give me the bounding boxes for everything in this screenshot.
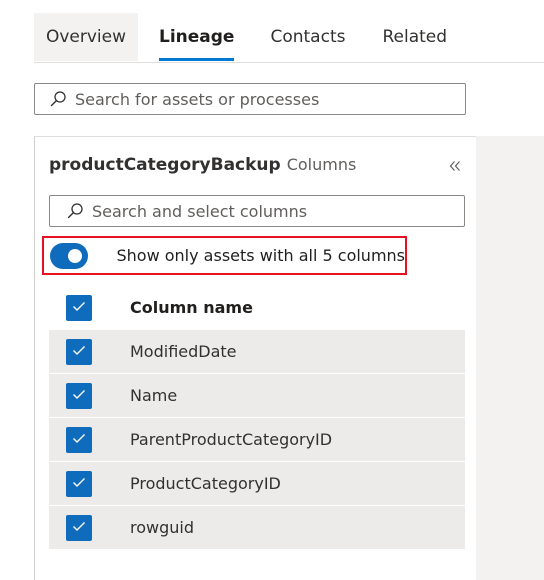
row-checkbox[interactable] (66, 426, 92, 453)
checkmark-icon (71, 298, 87, 318)
checkmark-icon (71, 342, 87, 362)
column-name: ProductCategoryID (130, 474, 281, 493)
collapse-panel-button[interactable] (445, 157, 465, 177)
column-name: ModifiedDate (130, 342, 237, 361)
column-name: ParentProductCategoryID (130, 430, 333, 449)
search-icon (60, 196, 90, 226)
filter-toggle[interactable] (50, 242, 89, 269)
toggle-knob (68, 248, 83, 263)
row-checkbox[interactable] (66, 514, 92, 541)
lineage-view: Overview Lineage Contacts Related produc… (0, 0, 544, 580)
tab-overview[interactable]: Overview (34, 13, 138, 61)
lineage-canvas[interactable] (476, 136, 544, 580)
tabs-divider (34, 62, 544, 63)
table-row[interactable]: ParentProductCategoryID (49, 418, 465, 462)
panel-subtitle: Columns (286, 155, 357, 174)
row-checkbox[interactable] (66, 382, 92, 409)
column-search-input[interactable] (90, 201, 452, 221)
checkmark-icon (71, 430, 87, 450)
table-header-row: Column name (49, 286, 465, 330)
column-header-label: Column name (130, 298, 253, 317)
panel-header: productCategoryBackup Columns (49, 155, 356, 175)
table-row[interactable]: Name (49, 374, 465, 418)
select-all-checkbox[interactable] (66, 294, 92, 321)
table-row[interactable]: ModifiedDate (49, 330, 465, 374)
checkmark-icon (71, 386, 87, 406)
table-row[interactable]: rowguid (49, 506, 465, 550)
checkmark-icon (71, 474, 87, 494)
column-table: Column name ModifiedDate Name ParentProd… (49, 286, 465, 550)
column-search-box[interactable] (49, 195, 465, 227)
column-name: rowguid (130, 518, 194, 537)
row-checkbox[interactable] (66, 470, 92, 497)
double-chevron-left-icon (448, 158, 462, 177)
asset-name: productCategoryBackup (49, 155, 281, 175)
filter-toggle-row: Show only assets with all 5 columns (42, 236, 407, 275)
table-row[interactable]: ProductCategoryID (49, 462, 465, 506)
tab-related[interactable]: Related (368, 13, 461, 61)
tab-contacts[interactable]: Contacts (256, 13, 359, 61)
tab-lineage[interactable]: Lineage (145, 13, 248, 61)
checkmark-icon (71, 518, 87, 538)
tab-bar: Overview Lineage Contacts Related (34, 13, 544, 63)
search-icon (43, 84, 73, 114)
column-name: Name (130, 386, 178, 405)
asset-search-box[interactable] (34, 83, 466, 115)
asset-search-input[interactable] (73, 89, 455, 109)
row-checkbox[interactable] (66, 338, 92, 365)
columns-panel: productCategoryBackup Columns Search and… (34, 136, 476, 580)
filter-toggle-label: Show only assets with all 5 columns (116, 246, 405, 265)
